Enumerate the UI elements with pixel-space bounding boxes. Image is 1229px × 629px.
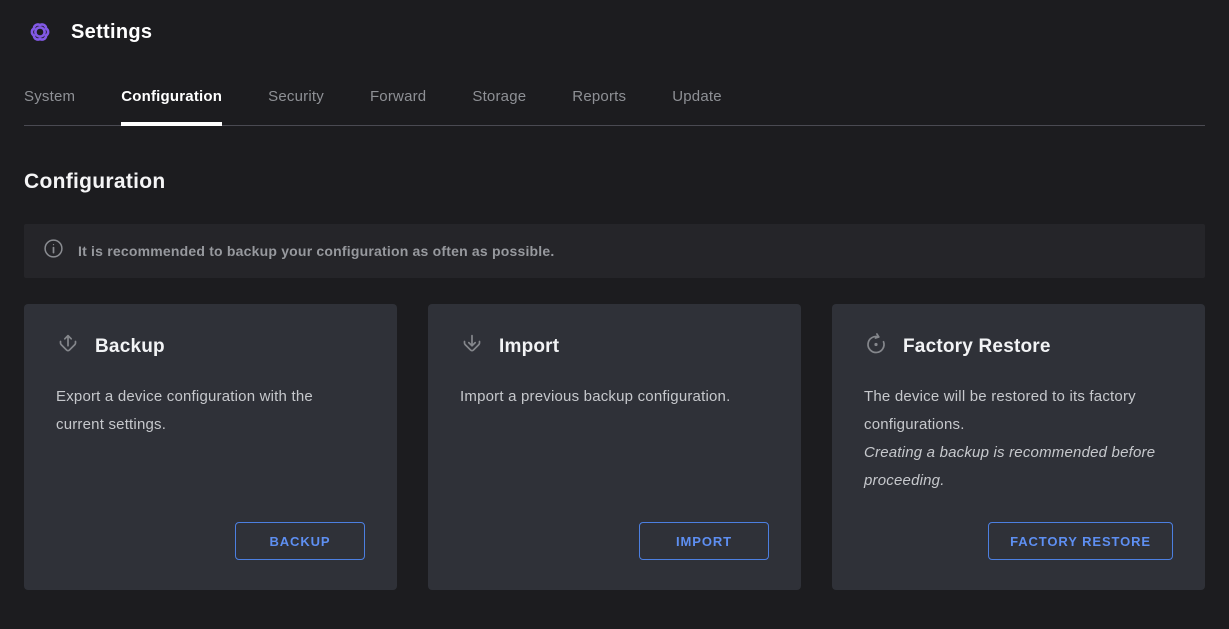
upload-icon <box>56 332 80 361</box>
factory-restore-card-header: Factory Restore <box>864 332 1173 361</box>
tab-system[interactable]: System <box>24 88 75 125</box>
import-button[interactable]: IMPORT <box>639 522 769 560</box>
import-card: Import Import a previous backup configur… <box>428 304 801 590</box>
card-description: The device will be restored to its facto… <box>864 383 1173 439</box>
tab-update[interactable]: Update <box>672 88 722 125</box>
info-icon <box>43 238 64 264</box>
card-title: Import <box>499 336 559 358</box>
info-banner: It is recommended to backup your configu… <box>24 224 1205 278</box>
tab-forward[interactable]: Forward <box>370 88 426 125</box>
restore-icon <box>864 332 888 361</box>
card-grid: Backup Export a device configuration wit… <box>24 304 1205 590</box>
import-card-header: Import <box>460 332 769 361</box>
backup-button[interactable]: BACKUP <box>235 522 365 560</box>
settings-page: Settings System Configuration Security F… <box>0 0 1229 590</box>
tab-security[interactable]: Security <box>268 88 324 125</box>
app-title: Settings <box>71 21 152 44</box>
card-title: Backup <box>95 336 165 358</box>
download-icon <box>460 332 484 361</box>
backup-card-header: Backup <box>56 332 365 361</box>
factory-restore-button[interactable]: FACTORY RESTORE <box>988 522 1173 560</box>
card-description: Export a device configuration with the c… <box>56 383 365 439</box>
gear-icon <box>24 16 56 48</box>
tab-reports[interactable]: Reports <box>572 88 626 125</box>
card-note: Creating a backup is recommended before … <box>864 439 1173 495</box>
tab-configuration[interactable]: Configuration <box>121 88 222 125</box>
backup-card: Backup Export a device configuration wit… <box>24 304 397 590</box>
tab-bar: System Configuration Security Forward St… <box>24 88 1205 126</box>
info-banner-text: It is recommended to backup your configu… <box>78 243 554 259</box>
page-title: Configuration <box>24 170 1205 194</box>
factory-restore-card: Factory Restore The device will be resto… <box>832 304 1205 590</box>
card-description: Import a previous backup configuration. <box>460 383 769 411</box>
page-header: Settings <box>24 0 1205 50</box>
card-title: Factory Restore <box>903 336 1051 358</box>
tab-storage[interactable]: Storage <box>472 88 526 125</box>
